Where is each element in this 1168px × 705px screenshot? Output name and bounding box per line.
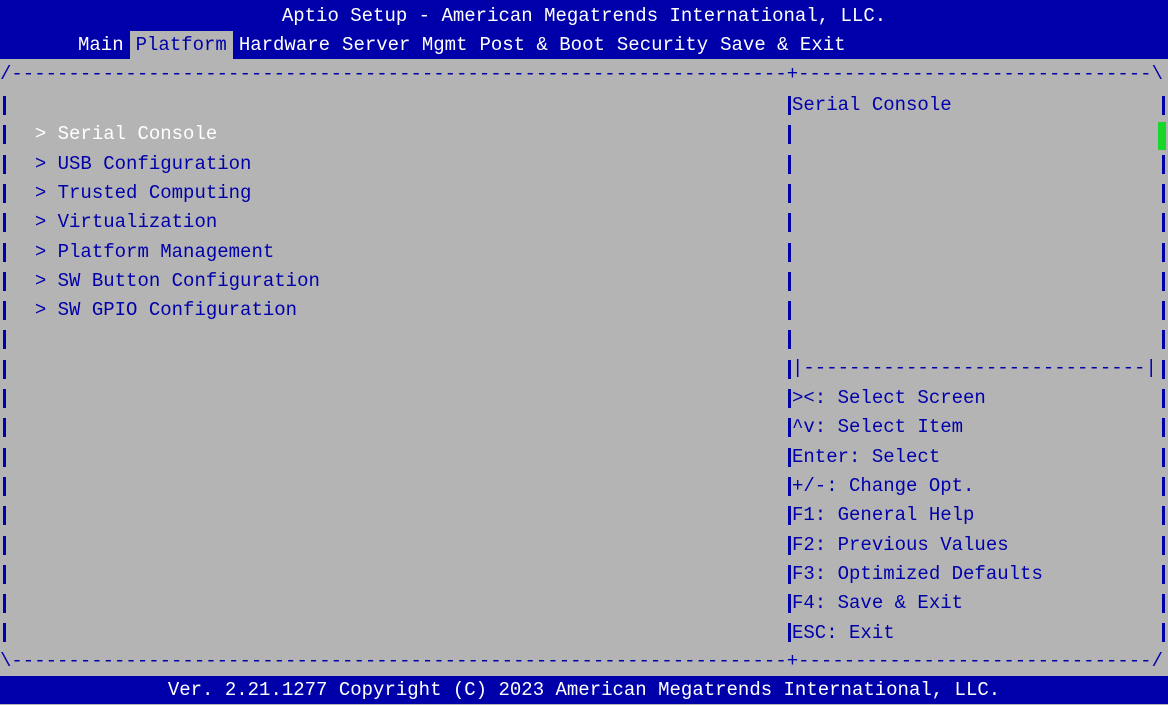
hint-save-exit: F4: Save & Exit [792, 592, 964, 614]
frame-bar [788, 594, 791, 613]
frame-bar [1162, 536, 1165, 555]
tab-server-mgmt[interactable]: Server Mgmt [336, 31, 473, 60]
frame-bar [3, 389, 6, 408]
frame-bar [3, 155, 6, 174]
frame-bar [3, 360, 6, 379]
menu-item-usb-configuration[interactable]: > USB Configuration [12, 121, 252, 175]
submenu-arrow-icon: > [34, 299, 58, 321]
frame-top-border: /---------------------------------------… [0, 63, 1163, 85]
frame-bar [1162, 213, 1165, 232]
menu-item-serial-console[interactable]: > Serial Console [12, 91, 217, 145]
frame-bar [1162, 184, 1165, 203]
menu-item-sw-button-configuration[interactable]: > SW Button Configuration [12, 238, 320, 292]
frame-bar [1162, 301, 1165, 320]
frame-bar [788, 243, 791, 262]
menu-item-virtualization[interactable]: > Virtualization [12, 179, 217, 233]
frame-bar [788, 623, 791, 642]
tab-post-boot[interactable]: Post & Boot [473, 31, 610, 60]
menu-item-label: SW GPIO Configuration [57, 299, 298, 321]
frame-bar [1162, 96, 1165, 115]
frame-bar [788, 389, 791, 408]
hint-enter-select: Enter: Select [792, 446, 941, 468]
tab-security[interactable]: Security [611, 31, 714, 60]
tab-hardware[interactable]: Hardware [233, 31, 336, 60]
tab-save-exit[interactable]: Save & Exit [714, 31, 851, 60]
frame-bar [1162, 360, 1165, 379]
menu-item-sw-gpio-configuration[interactable]: > SW GPIO Configuration [12, 267, 297, 321]
frame-bar [1162, 448, 1165, 467]
frame-bar [1162, 477, 1165, 496]
frame-bar [788, 155, 791, 174]
tab-platform[interactable]: Platform [129, 31, 233, 60]
tab-main[interactable]: Main [72, 31, 130, 60]
frame-bar [3, 125, 6, 144]
frame-bar [1162, 565, 1165, 584]
frame-bar [3, 565, 6, 584]
frame-bar [1162, 594, 1165, 613]
scrollbar-thumb[interactable] [1158, 122, 1166, 150]
frame-bar [788, 448, 791, 467]
frame-bar [1162, 272, 1165, 291]
frame-bar [3, 477, 6, 496]
frame-bar [788, 96, 791, 115]
frame-bar [788, 536, 791, 555]
frame-bar [1162, 623, 1165, 642]
frame-bar [3, 506, 6, 525]
frame-bar [3, 594, 6, 613]
frame-bar [788, 213, 791, 232]
hint-general-help: F1: General Help [792, 504, 975, 526]
app-title: Aptio Setup - American Megatrends Intern… [281, 5, 887, 27]
frame-bar [3, 184, 6, 203]
frame-bar [3, 623, 6, 642]
frame-bar [788, 272, 791, 291]
title-bar: Aptio Setup - American Megatrends Intern… [0, 0, 1168, 60]
frame-bar [3, 96, 6, 115]
help-title: Serial Console [792, 94, 952, 116]
tab-bar: Main Platform Hardware Server Mgmt Post … [72, 31, 852, 60]
frame-bar [3, 330, 6, 349]
menu-item-trusted-computing[interactable]: > Trusted Computing [12, 150, 252, 204]
frame-bar [3, 213, 6, 232]
menu-item-platform-management[interactable]: > Platform Management [12, 209, 274, 263]
frame-bar [1162, 389, 1165, 408]
frame-bar [1162, 243, 1165, 262]
frame-bar [788, 125, 791, 144]
footer-bar: Ver. 2.21.1277 Copyright (C) 2023 Americ… [0, 676, 1168, 704]
frame-bar [788, 301, 791, 320]
frame-bar [3, 418, 6, 437]
frame-bar [1162, 506, 1165, 525]
hint-previous-values: F2: Previous Values [792, 534, 1009, 556]
hint-optimized-defaults: F3: Optimized Defaults [792, 563, 1043, 585]
frame-bar [788, 330, 791, 349]
frame-bar [3, 272, 6, 291]
frame-bar [788, 360, 791, 379]
frame-bar [3, 448, 6, 467]
hint-change-opt: +/-: Change Opt. [792, 475, 975, 497]
frame-bar [788, 184, 791, 203]
frame-bar [788, 565, 791, 584]
hint-select-item: ^v: Select Item [792, 416, 964, 438]
frame-bar [788, 477, 791, 496]
frame-bar [1162, 155, 1165, 174]
frame-bar [1162, 418, 1165, 437]
frame-bar [3, 536, 6, 555]
frame-bar [788, 506, 791, 525]
frame-bar [788, 418, 791, 437]
hint-esc-exit: ESC: Exit [792, 622, 895, 644]
frame-bottom-border: \---------------------------------------… [0, 650, 1163, 672]
frame-bar [3, 301, 6, 320]
frame-bar [1162, 330, 1165, 349]
hint-select-screen: ><: Select Screen [792, 387, 986, 409]
help-divider: |------------------------------| [792, 357, 1157, 379]
frame-bar [3, 243, 6, 262]
